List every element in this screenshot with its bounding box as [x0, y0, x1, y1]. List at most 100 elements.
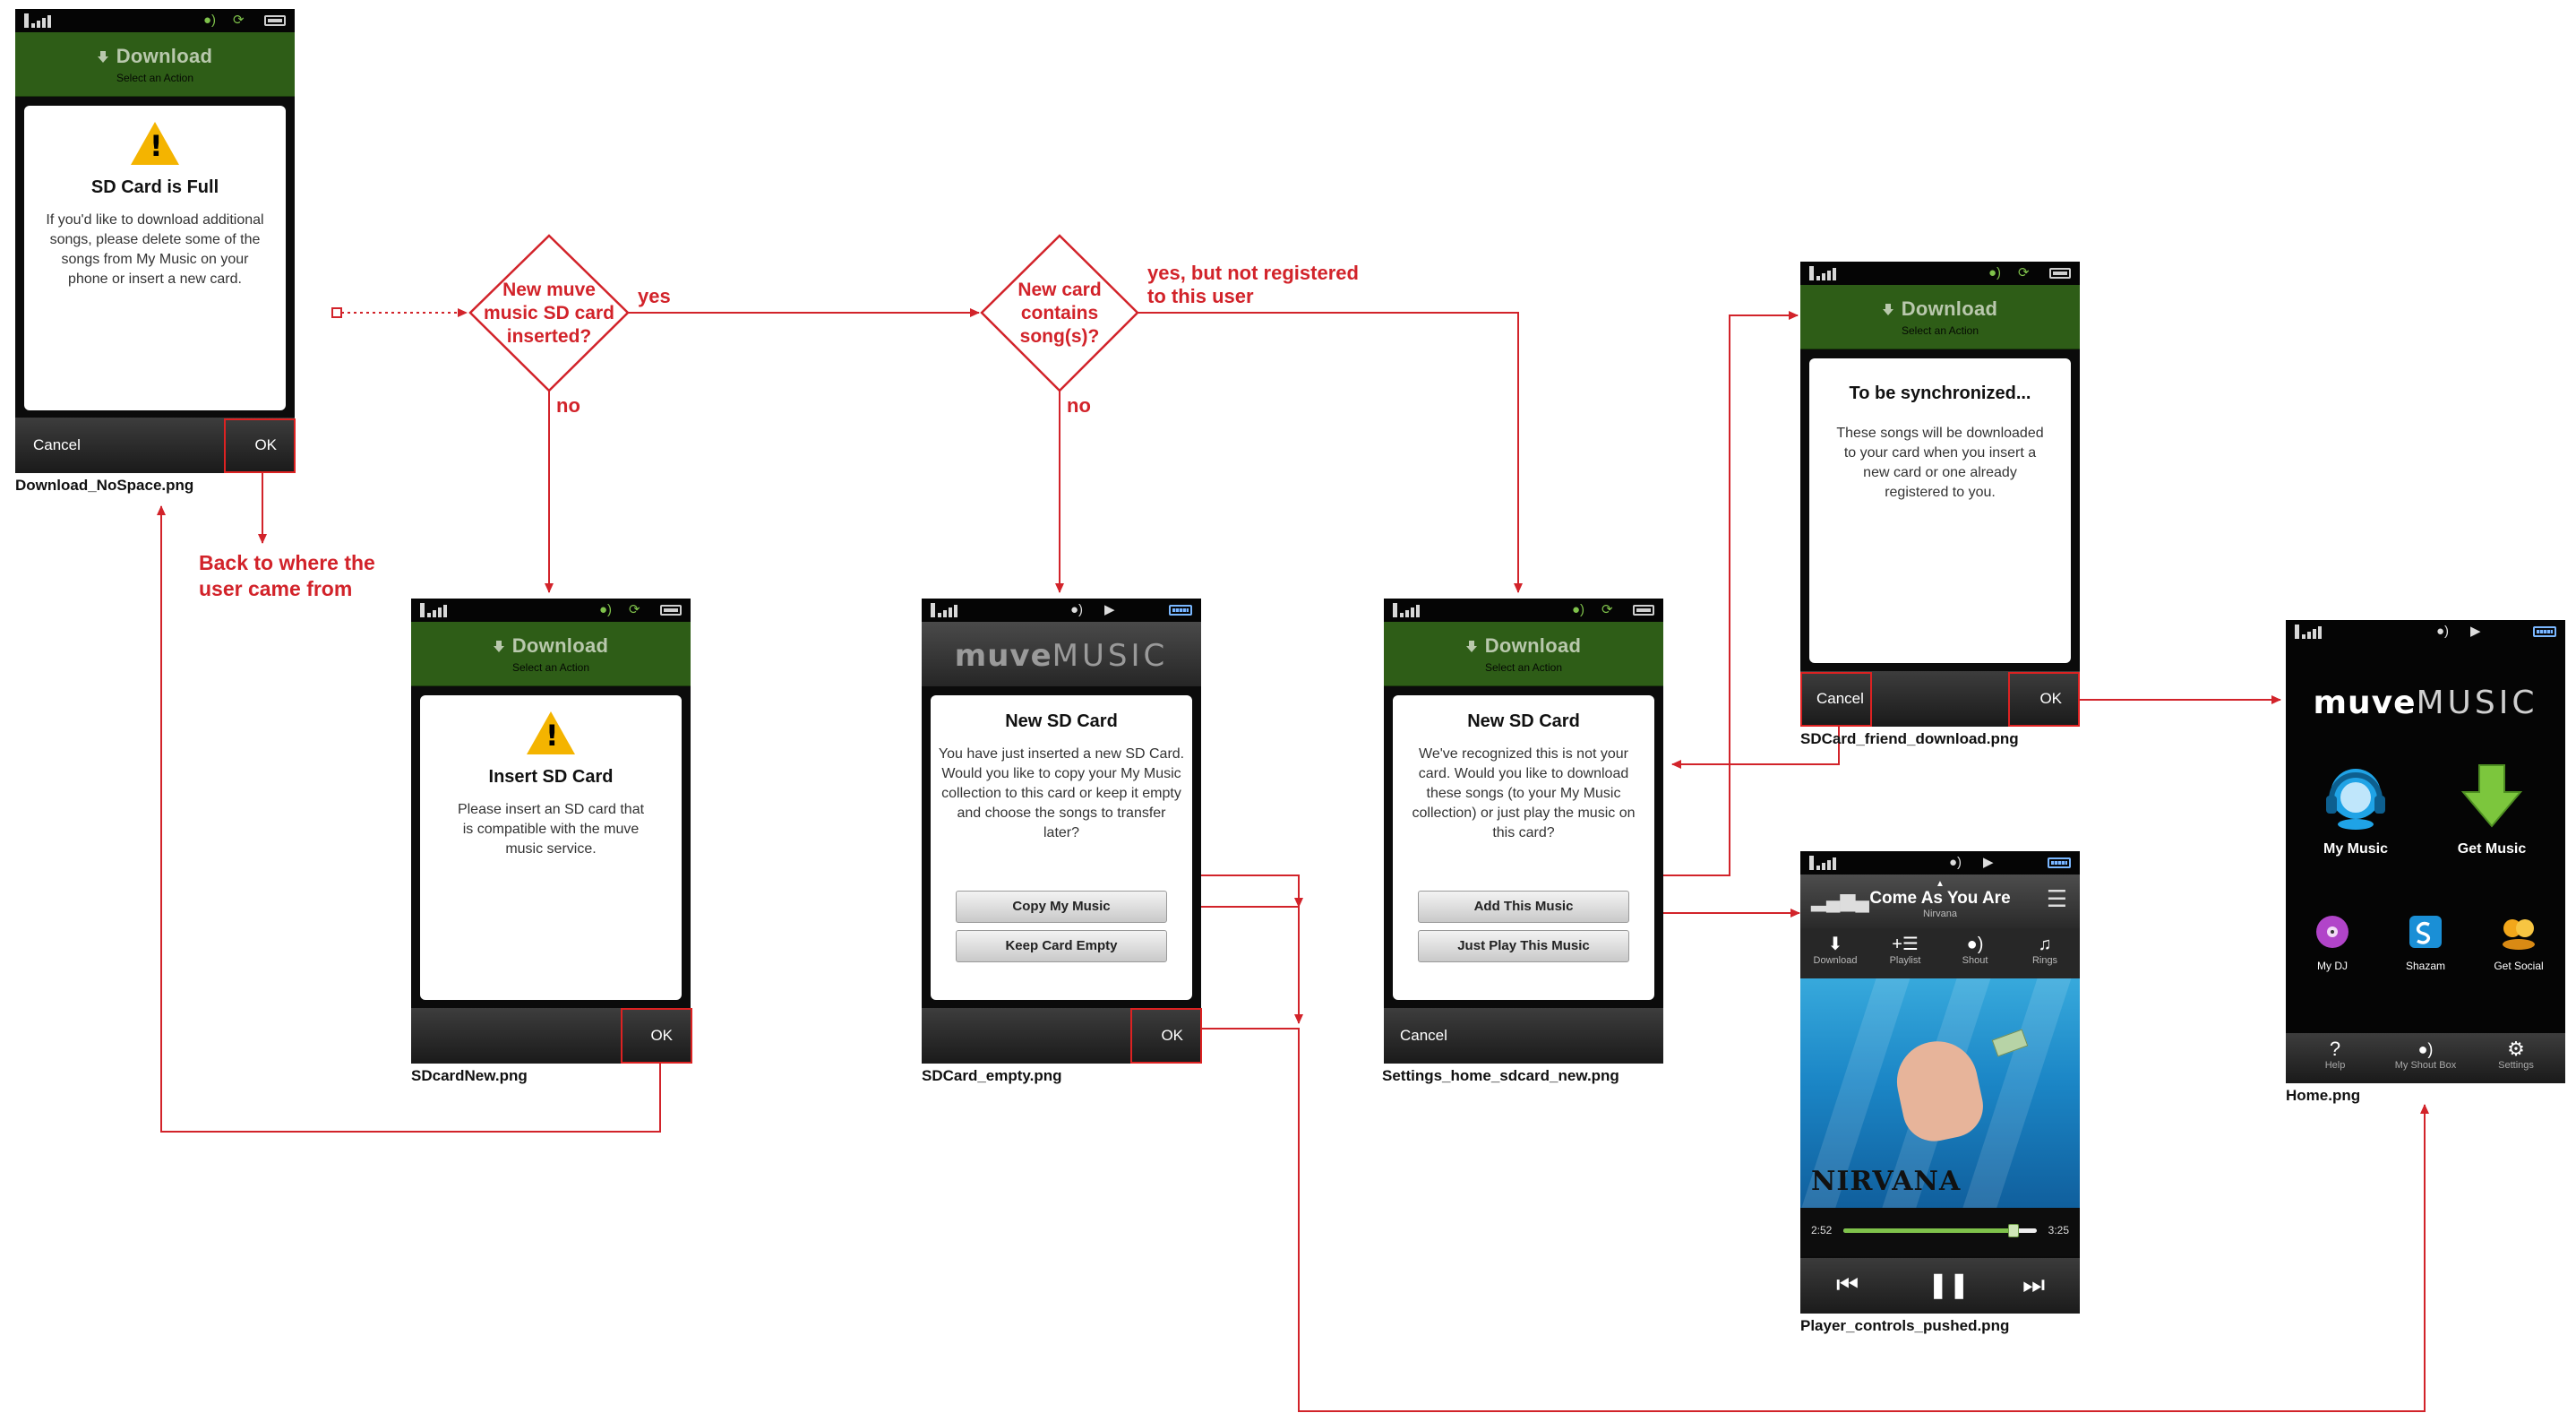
status-bar: ●) ⟳	[1384, 599, 1663, 622]
screen-filename: SDcardNew.png	[411, 1067, 528, 1084]
shout-icon: ●)	[2436, 624, 2450, 639]
list-icon[interactable]: ☰	[2047, 885, 2067, 913]
dialog-body: You have just inserted a new SD Card. Wo…	[938, 746, 1185, 840]
tile-label: My DJ	[2317, 960, 2348, 972]
player-toolbar: ⬇ Download +☰ Playlist ●) Shout ♫ Rings	[1800, 928, 2080, 978]
no-label-d2: no	[1067, 394, 1091, 417]
progress-thumb[interactable]	[2008, 1224, 2020, 1237]
signal-bars-icon	[931, 603, 963, 617]
dialog-body: These songs will be downloaded to your c…	[1836, 426, 2044, 500]
tile-my-dj[interactable]: My DJ	[2297, 914, 2368, 972]
signal-bars-icon	[420, 603, 452, 617]
yes-label: yes	[638, 285, 671, 307]
yes-not-registered-label: yes, but not registered to this user	[1147, 262, 1359, 307]
nav-help[interactable]: ? Help	[2295, 1038, 2375, 1072]
shout-icon: ●)	[203, 13, 217, 28]
shout-icon: ●)	[1949, 855, 1962, 870]
cancel-button[interactable]: Cancel	[1400, 1008, 1447, 1064]
gear-icon: ⚙	[2507, 1038, 2525, 1060]
toolbar-rings[interactable]: ♫ Rings	[2010, 934, 2080, 966]
screen-sdcard-friend-download: ●) ⟳ Download Select an Action To be syn…	[1800, 262, 2080, 727]
add-this-music-button[interactable]: Add This Music	[1418, 891, 1629, 923]
sync-icon: ⟳	[629, 602, 640, 617]
pause-icon[interactable]: ❚❚	[1928, 1270, 1970, 1300]
no-label-d1: no	[556, 394, 580, 417]
copy-my-music-button[interactable]: Copy My Music	[956, 891, 1167, 923]
album-text: NIRVANA	[1811, 1166, 1962, 1197]
nav-my-shout-box[interactable]: ●) My Shout Box	[2385, 1038, 2466, 1071]
shout-icon: ●)	[1966, 935, 1984, 954]
dialog-card: Insert SD Card Please insert an SD card …	[420, 695, 682, 1000]
tile-get-music[interactable]: Get Music	[2447, 762, 2537, 857]
tool-label: Rings	[2031, 955, 2058, 966]
battery-icon	[2533, 626, 2556, 637]
previous-track-icon[interactable]: ⏮	[1836, 1270, 1859, 1300]
nav-settings[interactable]: ⚙ Settings	[2476, 1038, 2556, 1072]
screen-filename: Settings_home_sdcard_new.png	[1382, 1067, 1619, 1084]
album-art: NIRVANA	[1800, 978, 2080, 1208]
dialog-body: If you'd like to download additional son…	[46, 212, 264, 287]
status-bar: ●) ▶	[922, 599, 1201, 622]
ringtone-icon: ♫	[2038, 935, 2052, 954]
muve-music-header: muveMUSIC	[922, 622, 1201, 686]
back-label: Back to where the user came from	[199, 551, 375, 600]
ok-button-highlight	[2008, 672, 2080, 727]
warning-icon	[131, 122, 179, 165]
play-icon: ▶	[2470, 624, 2481, 639]
add-to-playlist-icon: +☰	[1892, 935, 1919, 954]
toolbar-playlist[interactable]: +☰ Playlist	[1870, 934, 1940, 966]
screen-settings-home-sdcard-new: ●) ⟳ Download Select an Action New SD Ca…	[1384, 599, 1663, 1064]
signal-bars-icon	[24, 13, 56, 28]
baby-figure	[1889, 1033, 1989, 1148]
toolbar-download[interactable]: ⬇ Download	[1800, 934, 1870, 966]
download-header: Download Select an Action	[15, 32, 295, 97]
decision-new-card-text: New muve music SD card inserted?	[484, 280, 614, 347]
cancel-button[interactable]: Cancel	[33, 418, 81, 473]
tool-label: Download	[1813, 955, 1858, 966]
d2-yes-connector	[1138, 312, 1523, 593]
toolbar-shout[interactable]: ●) Shout	[1940, 934, 2010, 966]
tile-label: Shazam	[2405, 960, 2446, 972]
header-title: Download	[116, 45, 213, 67]
screen-filename: Player_controls_pushed.png	[1800, 1317, 2010, 1334]
progress-area: 2:52 3:25	[1800, 1208, 2080, 1256]
playback-controls: ⏮ ❚❚ ⏭	[1800, 1258, 2080, 1314]
header-title: Download	[1901, 297, 1998, 320]
status-bar: ●) ▶	[2286, 620, 2565, 643]
sync-icon: ⟳	[233, 13, 245, 28]
tool-label: Shout	[1962, 955, 1988, 966]
flow-start-marker	[331, 307, 342, 318]
tile-get-social[interactable]: Get Social	[2481, 914, 2556, 972]
nav-label: Settings	[2498, 1060, 2534, 1071]
next-track-icon[interactable]: ⏭	[2022, 1270, 2045, 1300]
flow-connectors	[157, 234, 2429, 1412]
warning-icon	[527, 711, 575, 754]
download-icon	[1465, 641, 1477, 652]
keep-card-empty-button[interactable]: Keep Card Empty	[956, 930, 1167, 962]
dialog-card: New SD Card You have just inserted a new…	[931, 695, 1192, 1000]
ok-button-highlight	[621, 1008, 692, 1064]
ok-button-highlight	[1130, 1008, 1202, 1064]
shout-icon: ●)	[1572, 602, 1585, 617]
progress-track[interactable]	[1843, 1224, 2037, 1237]
screen-download-nospace: ●) ⟳ Download Select an Action SD Card i…	[15, 9, 295, 473]
expand-chevron-icon[interactable]: ▲	[1854, 880, 2026, 889]
time-total: 3:25	[2048, 1224, 2069, 1236]
status-bar: ●) ⟳	[1800, 262, 2080, 285]
download-header: Download Select an Action	[1800, 285, 2080, 349]
dialog-title: New SD Card	[1467, 711, 1580, 731]
signal-bars-icon	[1809, 266, 1842, 280]
dialog-title: New SD Card	[1005, 711, 1118, 731]
download-header: Download Select an Action	[411, 622, 691, 686]
status-bar: ●) ⟳	[15, 9, 295, 32]
play-icon: ▶	[1983, 855, 1994, 870]
header-title: Download	[511, 634, 609, 657]
header-subtitle: Select an Action	[1901, 324, 1979, 337]
headphones-icon	[2326, 769, 2385, 830]
tile-my-music[interactable]: My Music	[2311, 762, 2400, 857]
header-title: Download	[1484, 634, 1582, 657]
download-header: Download Select an Action	[1384, 622, 1663, 686]
just-play-this-music-button[interactable]: Just Play This Music	[1418, 930, 1629, 962]
tile-shazam[interactable]: Shazam	[2390, 914, 2461, 972]
battery-icon	[264, 15, 286, 26]
